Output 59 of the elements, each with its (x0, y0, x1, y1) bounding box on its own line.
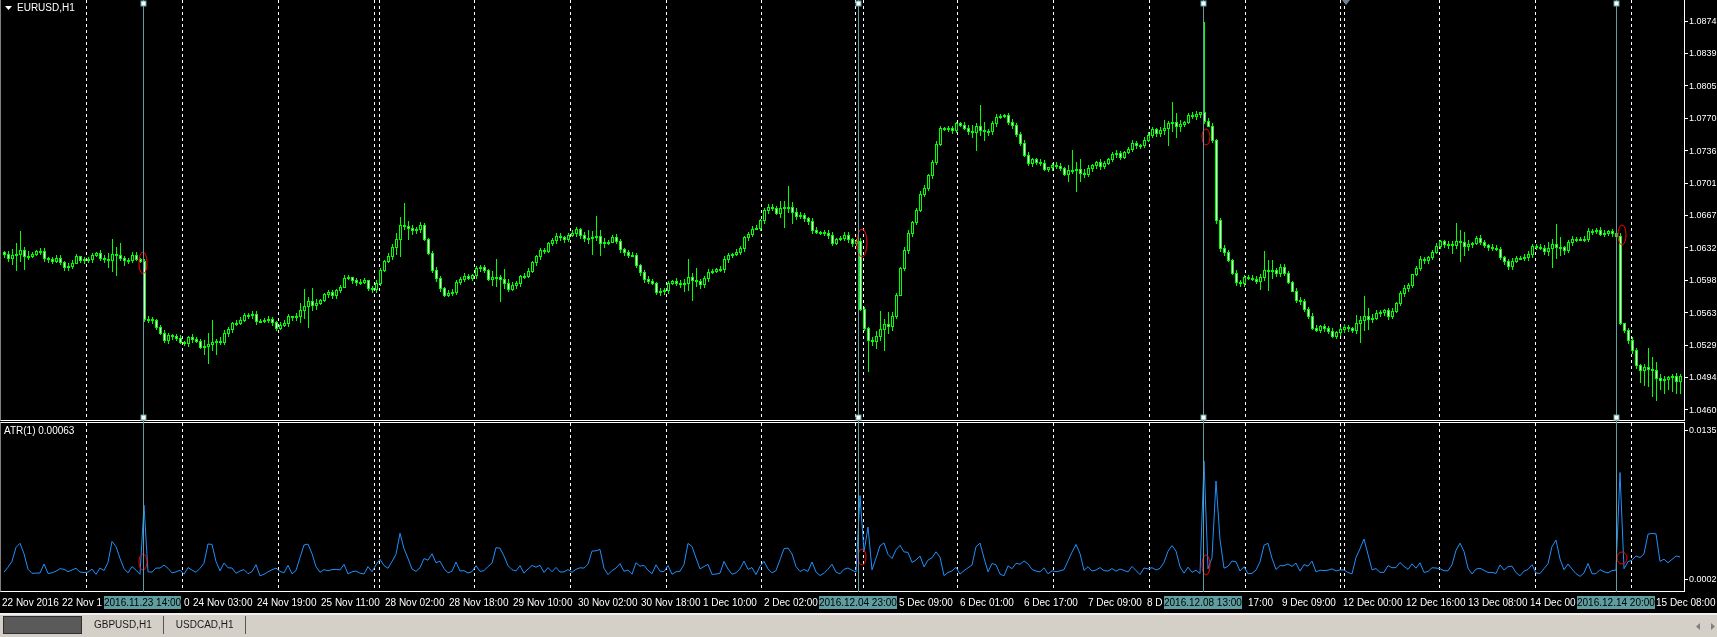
time-label: 30 Nov 02:00 (578, 596, 638, 609)
event-marker (1617, 224, 1627, 246)
time-label: 6 Dec 17:00 (1024, 596, 1078, 609)
chart-tab[interactable]: USDCAD,H1 (163, 616, 246, 634)
time-label: 24 Nov 03:00 (193, 596, 253, 609)
event-marker (138, 553, 148, 571)
event-marker (1201, 128, 1211, 146)
time-label: 17:00 (1248, 596, 1274, 609)
cursor-time-label: 2016.12.08 13:00 (1164, 596, 1242, 609)
scroll-left-icon[interactable] (1696, 622, 1700, 630)
time-label: 14 Dec 00 (1530, 596, 1576, 609)
event-marker (1616, 551, 1628, 565)
price-label: 1.0805 (1689, 79, 1717, 92)
price-label: 1.0770 (1689, 112, 1717, 125)
time-label: 12 Dec 16:00 (1406, 596, 1466, 609)
time-label: 8 D (1147, 596, 1163, 609)
time-label: 2 Dec 02:00 (764, 596, 818, 609)
event-marker (1201, 554, 1211, 576)
price-label: 1.0874 (1689, 15, 1717, 27)
price-label: 1.0563 (1689, 306, 1717, 319)
price-label: 1.0494 (1689, 371, 1717, 384)
chart-tab[interactable]: GBPUSD,H1 (82, 616, 164, 634)
time-label: 0 (184, 596, 190, 609)
time-label: 7 Dec 09:00 (1088, 596, 1142, 609)
price-label: 1.0529 (1689, 339, 1717, 352)
time-label: 29 Nov 10:00 (513, 596, 573, 609)
price-label: 1.0598 (1689, 274, 1717, 287)
price-label: 1.0460 (1689, 403, 1717, 416)
chart-title: EURUSD,H1 (17, 2, 75, 14)
time-label: 12 Dec 00:00 (1343, 596, 1403, 609)
price-label: 1.0839 (1689, 47, 1717, 60)
time-label: 28 Nov 18:00 (449, 596, 509, 609)
price-label: 1.0667 (1689, 209, 1717, 222)
time-label: 5 Dec 09:00 (899, 596, 953, 609)
price-label: 0.0002 (1689, 573, 1717, 585)
time-label: 15 Dec 08:00 (1656, 596, 1716, 609)
time-label: 9 Dec 09:00 (1282, 596, 1336, 609)
price-label: 1.0632 (1689, 241, 1717, 254)
indicator-title: ATR(1) 0.00063 (4, 425, 75, 437)
scroll-right-icon[interactable] (1711, 622, 1715, 630)
price-label: 0.0135 (1689, 424, 1717, 436)
event-marker (138, 251, 148, 275)
time-label: 13 Dec 08:00 (1468, 596, 1528, 609)
price-label: 1.0736 (1689, 144, 1717, 157)
cursor-time-label: 2016.12.04 23:00 (819, 596, 897, 609)
time-label: 22 Nov 1 (62, 596, 103, 609)
time-label: 25 Nov 11:00 (321, 596, 380, 609)
price-label: 1.0701 (1689, 177, 1717, 190)
cursor-time-label: 2016.12.14 20:00 (1577, 596, 1655, 609)
event-marker (856, 228, 868, 258)
time-label: 22 Nov 2016 (2, 596, 59, 609)
cursor-time-label: 2016.11.23 14:00 (104, 596, 182, 609)
time-label: 1 Dec 10:00 (703, 596, 757, 609)
time-label: 6 Dec 01:00 (960, 596, 1014, 609)
time-label: 24 Nov 19:00 (257, 596, 317, 609)
time-label: 30 Nov 18:00 (641, 596, 701, 609)
dropdown-triangle-icon[interactable] (5, 6, 12, 10)
time-label: 28 Nov 02:00 (385, 596, 445, 609)
event-marker (857, 548, 867, 566)
